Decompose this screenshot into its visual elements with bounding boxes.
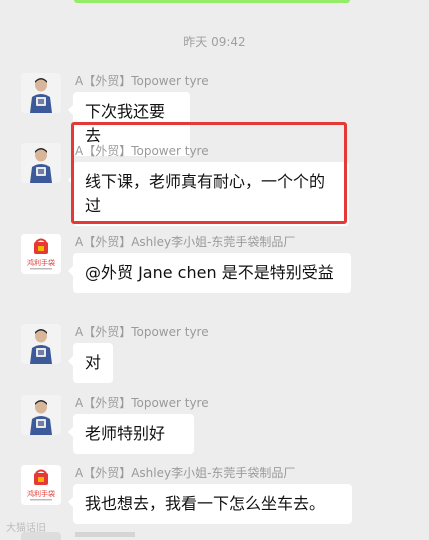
sender-name: A【外贸】Ashley李小姐-东莞手袋制品厂 bbox=[75, 235, 296, 249]
sender-name: A【外贸】Topower tyre bbox=[75, 396, 209, 410]
highlight-box bbox=[71, 122, 347, 224]
person-avatar-icon[interactable] bbox=[21, 324, 61, 364]
partial-sender bbox=[75, 532, 135, 537]
sender-name: A【外贸】Topower tyre bbox=[75, 325, 209, 339]
bag-logo-text: 鸿利手袋 bbox=[27, 258, 55, 267]
message-bubble[interactable]: @外贸 Jane chen 是不是特别受益 bbox=[68, 253, 351, 293]
message-bubble[interactable]: 对 bbox=[68, 343, 113, 383]
person-avatar-icon[interactable] bbox=[21, 143, 61, 183]
message-bubble[interactable]: 我也想去，我看一下怎么坐车去。 bbox=[68, 484, 352, 524]
person-avatar-icon[interactable] bbox=[21, 395, 61, 435]
sender-name: A【外贸】Ashley李小姐-东莞手袋制品厂 bbox=[75, 466, 296, 480]
bag-logo-text: 鸿利手袋 bbox=[27, 489, 55, 498]
person-avatar-icon[interactable] bbox=[21, 73, 61, 113]
bag-logo-icon[interactable]: 鸿利手袋 bbox=[21, 234, 61, 274]
sent-bubble-edge bbox=[74, 0, 350, 3]
watermark-text: 大猫话旧 bbox=[6, 523, 46, 534]
bag-logo-icon[interactable]: 鸿利手袋 bbox=[21, 465, 61, 505]
sender-name: A【外贸】Topower tyre bbox=[75, 74, 209, 88]
message-timestamp: 昨天 09:42 bbox=[183, 35, 246, 49]
message-bubble[interactable]: 老师特别好 bbox=[68, 414, 194, 454]
